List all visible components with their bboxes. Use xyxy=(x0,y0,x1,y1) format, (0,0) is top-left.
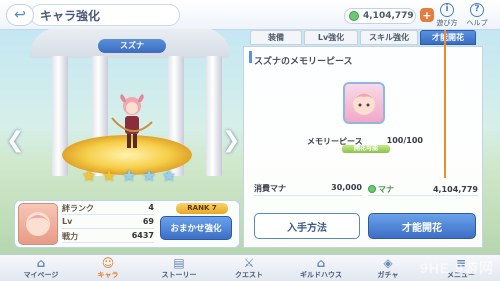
how-to-obtain-button[interactable]: 入手方法 xyxy=(254,213,360,239)
owned-mana-row: マナ 4,104,779 xyxy=(368,183,478,196)
memory-piece-icon[interactable] xyxy=(343,82,385,124)
previous-character-arrow-icon[interactable]: ❮ xyxy=(6,128,24,153)
talent-bloom-button[interactable]: 才能開花 xyxy=(368,213,476,239)
rank-badge[interactable]: RANK 7 xyxy=(176,203,228,214)
star-icon: ★ xyxy=(101,165,117,185)
nav-label: クエスト xyxy=(235,271,263,279)
nav-character[interactable]: ☺ キャラ xyxy=(80,256,136,281)
how-to-play-label: 遊び方 xyxy=(436,19,458,27)
add-mana-button[interactable]: + xyxy=(420,8,434,22)
auto-enhance-button[interactable]: おまかせ強化 xyxy=(160,216,232,240)
nav-quest[interactable]: ⚔ クエスト xyxy=(218,256,280,281)
nav-label: ガチャ xyxy=(377,271,399,279)
stat-row: Lv 69 xyxy=(62,217,154,229)
house-icon: ⌂ xyxy=(316,256,326,270)
required-mana-row: 消費マナ 30,000 xyxy=(254,183,362,196)
nav-label: キャラ xyxy=(97,271,119,279)
help-button[interactable]: ? ヘルプ xyxy=(464,3,490,28)
tab-talent-bloom[interactable]: 才能開花 xyxy=(420,30,476,45)
owned-mana-value: 4,104,779 xyxy=(432,184,478,194)
nav-story[interactable]: ▤ ストーリー xyxy=(148,256,210,281)
highlight-pointer xyxy=(444,30,446,178)
nav-mypage[interactable]: ⌂ マイページ xyxy=(10,256,72,281)
back-button[interactable]: ↩ xyxy=(6,4,34,26)
bloom-available-label: 開花可能 xyxy=(353,145,378,152)
mana-value: 4,104,779 xyxy=(363,11,414,21)
tab-skill[interactable]: スキル強化 xyxy=(360,30,418,45)
nav-label: マイページ xyxy=(23,271,59,279)
star-icon: ★ xyxy=(121,165,137,185)
star-icon: ★ xyxy=(81,165,97,185)
gacha-icon: ◈ xyxy=(383,256,393,270)
watermark: 9HE 9游网 xyxy=(420,260,494,276)
nav-gacha[interactable]: ◈ ガチャ xyxy=(362,256,414,281)
help-label: ヘルプ xyxy=(466,19,488,27)
stat-label: Lv xyxy=(62,217,73,226)
pillar xyxy=(206,56,222,176)
info-icon: i xyxy=(440,3,454,17)
back-arrow-icon: ↩ xyxy=(14,7,26,23)
star-icon: ★ xyxy=(141,165,157,185)
character-face-icon xyxy=(352,93,376,115)
how-to-play-button[interactable]: i 遊び方 xyxy=(434,3,460,28)
stat-value: 4 xyxy=(148,203,154,212)
stat-label: 絆ランク xyxy=(62,204,94,213)
character-face-icon xyxy=(26,212,50,236)
nav-guild-house[interactable]: ⌂ ギルドハウス xyxy=(286,256,356,281)
stat-row: 絆ランク 4 xyxy=(62,203,154,215)
memory-piece-count: 100/100 xyxy=(386,136,423,145)
nav-label: ストーリー xyxy=(161,271,197,279)
memory-piece-title: スズナのメモリーピース xyxy=(254,57,353,67)
help-icon: ? xyxy=(470,3,484,17)
required-mana-label: 消費マナ xyxy=(254,184,286,193)
owned-mana-tag: マナ xyxy=(368,184,394,195)
rank-label: RANK xyxy=(187,204,210,212)
required-mana-value: 30,000 xyxy=(331,183,362,192)
nav-label: ギルドハウス xyxy=(300,271,342,279)
star-rating: ★ ★ ★ ★ ★ xyxy=(80,165,178,185)
mana-icon xyxy=(349,11,359,21)
sword-icon: ⚔ xyxy=(243,256,255,270)
character-sprite[interactable] xyxy=(110,92,154,152)
star-icon: ★ xyxy=(161,165,177,185)
tab-equipment[interactable]: 装備 xyxy=(250,30,302,45)
tab-level-up[interactable]: Lv強化 xyxy=(304,30,358,45)
character-name-plate: スズナ xyxy=(98,39,166,53)
home-icon: ⌂ xyxy=(36,256,46,270)
mana-icon xyxy=(368,185,376,193)
stat-value: 6437 xyxy=(131,231,154,240)
stat-label: 戦力 xyxy=(62,232,78,241)
stat-value: 69 xyxy=(142,217,154,226)
page-title: キャラ強化 xyxy=(40,9,101,23)
character-avatar xyxy=(18,203,58,245)
next-character-arrow-icon[interactable]: ❯ xyxy=(222,128,240,153)
section-marker xyxy=(249,51,252,63)
stat-row: 戦力 6437 xyxy=(62,231,154,243)
mana-counter: 4,104,779 xyxy=(344,8,416,24)
character-icon: ☺ xyxy=(101,256,115,270)
book-icon: ▤ xyxy=(173,256,185,270)
rank-value: 7 xyxy=(211,204,217,212)
owned-mana-label: マナ xyxy=(378,184,394,194)
